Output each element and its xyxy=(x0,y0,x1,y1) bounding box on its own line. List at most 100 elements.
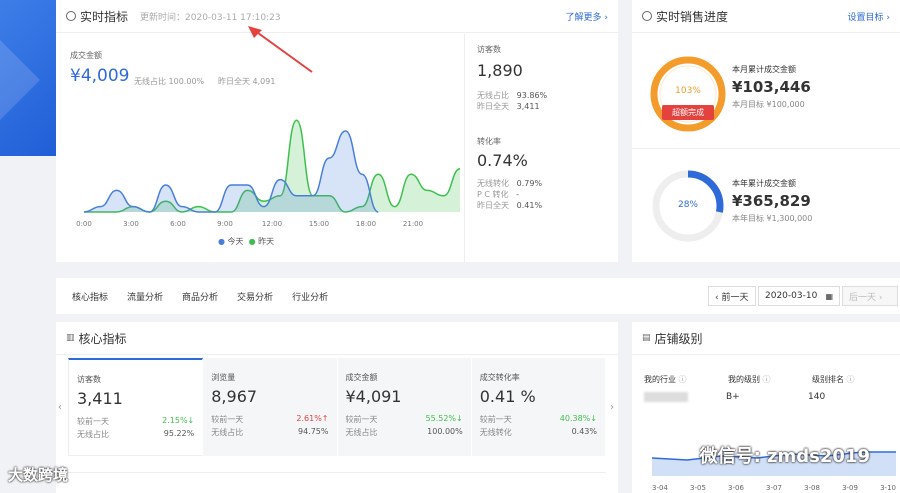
core-row-value: 40.38%↓ xyxy=(559,414,597,423)
core-header: ▥ 核心指标 xyxy=(56,322,618,355)
core-cell-deal[interactable]: 成交金额 ¥4,091 较前一天 55.52%↓ 无线占比 100.00% xyxy=(337,358,472,456)
wechat-watermark: 微信号: zmds2019 xyxy=(699,446,870,467)
core-cell-value: 3,411 xyxy=(77,389,123,408)
core-row-value: 2.61%↑ xyxy=(296,414,329,423)
shop-title: 店铺级别 xyxy=(654,331,703,346)
v-wireless-value: 93.86% xyxy=(516,91,548,100)
axis-label: 3-04 xyxy=(652,484,668,492)
tab-core[interactable]: 核心指标 xyxy=(72,290,108,303)
realtime-card: 实时指标 更新时间：2020-03-11 17:10:23 了解更多 › 成交金… xyxy=(56,0,618,262)
core-row-label: 较前一天 xyxy=(77,417,109,426)
tab-product[interactable]: 商品分析 xyxy=(182,290,218,303)
series-area xyxy=(84,131,379,212)
core-cell-label: 浏览量 xyxy=(211,373,236,382)
level-label: 我的级别 xyxy=(728,375,760,384)
month-label: 本月累计成交金额 xyxy=(732,65,796,74)
c-pc-label: P C 转化 xyxy=(477,190,509,199)
prev-day-button[interactable]: ‹ 前一天 xyxy=(708,286,756,306)
tab-traffic[interactable]: 流量分析 xyxy=(127,290,163,303)
industry-blurred xyxy=(644,392,688,402)
axis-label: 3-07 xyxy=(766,484,782,492)
core-row-value: 2.15%↓ xyxy=(162,416,195,425)
x-tick-label: 9:00 xyxy=(217,220,233,228)
core-row-label: 较前一天 xyxy=(345,415,378,424)
core-row-value: 94.75% xyxy=(297,427,329,436)
axis-label: 3-05 xyxy=(690,484,706,492)
industry-label: 我的行业 xyxy=(644,375,676,384)
core-row-value: 0.43% xyxy=(571,427,597,436)
level-value: B+ xyxy=(726,392,740,402)
date-picker[interactable]: 2020-03-10 ▦ xyxy=(758,286,840,306)
store-icon: ▤ xyxy=(642,333,651,343)
help-icon[interactable]: ⓘ xyxy=(763,375,771,384)
x-tick-label: 21:00 xyxy=(403,220,423,228)
help-icon[interactable]: ⓘ xyxy=(679,375,687,384)
visitor-panel: 访客数 1,890 无线占比 93.86% 昨日全天 3,411 转化率 0.7… xyxy=(464,34,618,262)
core-cell-label: 成交金额 xyxy=(345,373,378,382)
x-tick-label: 0:00 xyxy=(76,220,92,228)
tab-trade[interactable]: 交易分析 xyxy=(237,290,273,303)
conv-value: 0.74% xyxy=(477,151,528,170)
c-yday-label: 昨日全天 xyxy=(477,201,509,210)
core-cell-visitors[interactable]: 访客数 3,411 较前一天 2.15%↓ 无线占比 95.22% xyxy=(68,358,204,456)
core-prev-arrow[interactable]: ‹ xyxy=(58,402,62,413)
x-tick-label: 3:00 xyxy=(123,220,139,228)
set-target-link[interactable]: 设置目标 › xyxy=(848,10,890,23)
rank-label: 级别排名 xyxy=(812,375,844,384)
calendar-icon: ▦ xyxy=(825,291,833,301)
core-title: 核心指标 xyxy=(78,331,127,346)
brand-watermark: 大数跨境 xyxy=(8,466,69,484)
axis-label: 3-06 xyxy=(728,484,744,492)
bar-chart-icon: ▥ xyxy=(66,333,75,343)
rank-value: 140 xyxy=(808,392,826,402)
date-value: 2020-03-10 xyxy=(765,291,818,301)
c-pc-value: - xyxy=(516,190,520,199)
visitors-value: 1,890 xyxy=(477,61,523,80)
core-cell-conversion[interactable]: 成交转化率 0.41 % 较前一天 40.38%↓ 无线转化 0.43% xyxy=(471,358,606,456)
month-info: 本月累计成交金额 ¥103,446 本月目标 ¥100,000 xyxy=(720,64,890,110)
core-cell-value: 0.41 % xyxy=(479,387,536,406)
year-label: 本年累计成交金额 xyxy=(732,179,796,188)
next-day-button[interactable]: 后一天 › xyxy=(842,286,898,306)
core-row-label: 较前一天 xyxy=(211,415,244,424)
tab-industry[interactable]: 行业分析 xyxy=(292,290,328,303)
year-value: ¥365,829 xyxy=(732,192,811,210)
legend-today: 今天 xyxy=(227,237,244,246)
shop-header: ▤ 店铺级别 xyxy=(632,322,900,355)
v-yday-label: 昨日全天 xyxy=(477,102,509,111)
visitors-label: 访客数 xyxy=(477,45,501,54)
year-pct: 28% xyxy=(677,200,698,210)
core-row-value: 55.52%↓ xyxy=(425,414,463,423)
core-row-value: 100.00% xyxy=(427,427,463,436)
month-pct: 103% xyxy=(675,86,701,96)
core-cell-pageviews[interactable]: 浏览量 8,967 较前一天 2.61%↑ 无线占比 94.75% xyxy=(203,358,338,456)
axis-label: 3-09 xyxy=(842,484,858,492)
core-row-label: 较前一天 xyxy=(479,415,512,424)
core-cell-label: 成交转化率 xyxy=(479,373,520,382)
core-next-arrow[interactable]: › xyxy=(610,402,614,413)
learn-more-link[interactable]: 了解更多 › xyxy=(566,10,608,23)
legend-yesterday: 昨天 xyxy=(258,237,275,246)
clock-icon xyxy=(66,11,76,21)
core-row-label: 无线转化 xyxy=(479,428,512,437)
conv-label: 转化率 xyxy=(477,137,501,146)
help-icon[interactable]: ⓘ xyxy=(847,375,855,384)
core-grid: 访客数 3,411 较前一天 2.15%↓ 无线占比 95.22% 浏览量 8,96… xyxy=(68,358,606,456)
progress-divider xyxy=(632,148,900,149)
core-metrics-card: ▥ 核心指标 ‹ › 访客数 3,411 较前一天 2.15%↓ 无线占比 95.2… xyxy=(56,322,618,493)
year-info: 本年累计成交金额 ¥365,829 本年目标 ¥1,300,000 xyxy=(720,178,890,224)
level-trend-axis: 3-04 3-05 3-06 3-07 3-08 3-09 3-10 xyxy=(652,484,896,492)
core-row-label: 无线占比 xyxy=(211,428,244,437)
month-target: 本月目标 ¥100,000 xyxy=(732,100,805,109)
c-wireless-value: 0.79% xyxy=(516,179,543,188)
progress-header: 实时销售进度 设置目标 › xyxy=(632,0,900,33)
progress-title: 实时销售进度 xyxy=(656,9,729,24)
c-yday-value: 0.41% xyxy=(516,201,543,210)
month-value: ¥103,446 xyxy=(732,78,811,96)
realtime-title: 实时指标 xyxy=(80,9,129,24)
core-cell-value: 8,967 xyxy=(211,387,258,406)
background-banner xyxy=(0,0,56,156)
v-wireless-label: 无线占比 xyxy=(477,91,509,100)
c-wireless-label: 无线转化 xyxy=(477,179,509,188)
x-tick-label: 18:00 xyxy=(356,220,376,228)
